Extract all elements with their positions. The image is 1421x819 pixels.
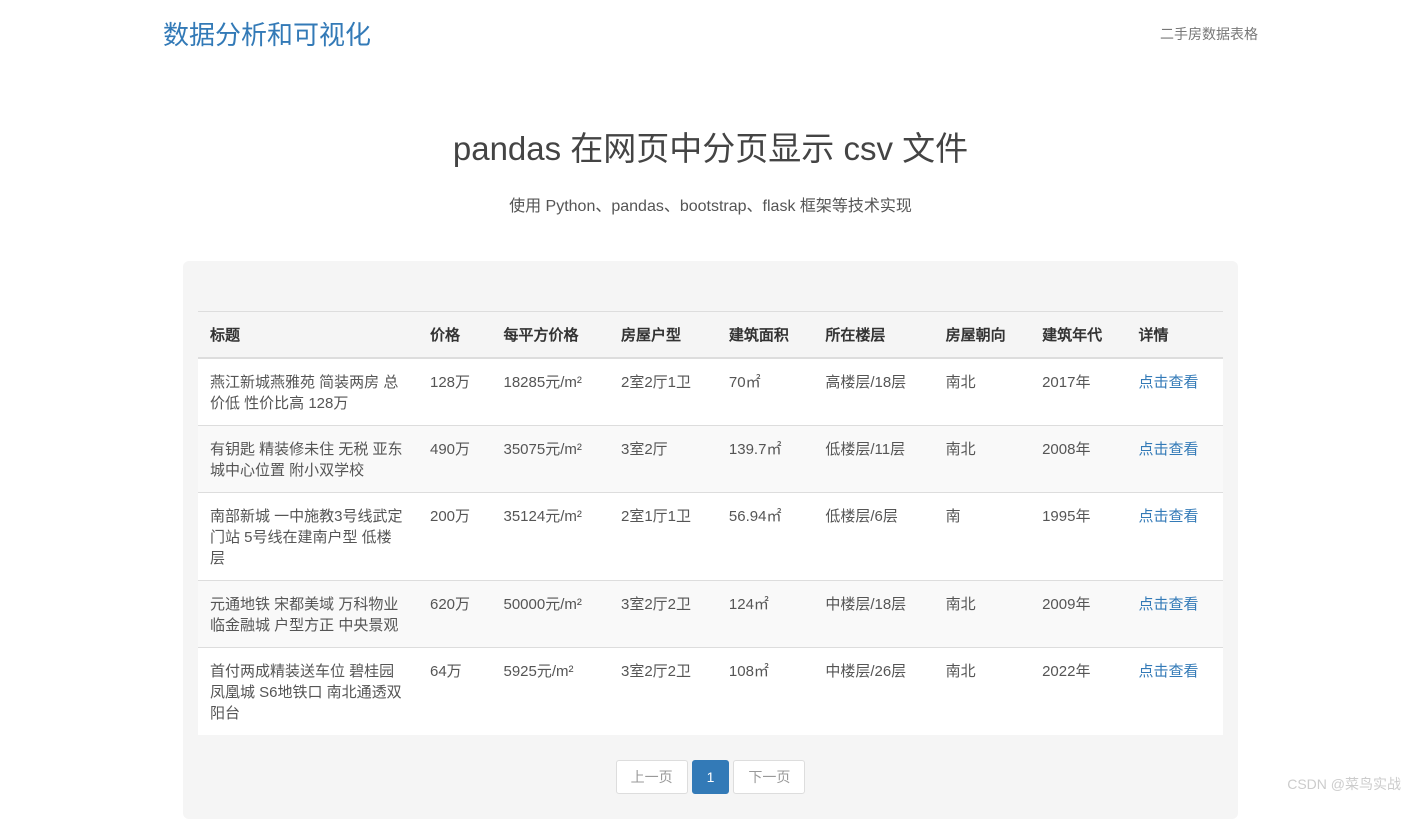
col-area: 建筑面积 — [717, 312, 813, 359]
cell-area: 70㎡ — [717, 358, 813, 426]
navbar: 数据分析和可视化 二手房数据表格 — [0, 0, 1421, 62]
cell-ppm: 5925元/m² — [491, 648, 609, 736]
pagination: 上一页 1 下一页 — [198, 760, 1223, 794]
col-year: 建筑年代 — [1030, 312, 1126, 359]
col-layout: 房屋户型 — [609, 312, 717, 359]
cell-detail: 点击查看 — [1127, 426, 1223, 493]
cell-title: 有钥匙 精装修未住 无税 亚东城中心位置 附小双学校 — [198, 426, 418, 493]
cell-dir: 南 — [934, 493, 1030, 581]
cell-ppm: 35075元/m² — [491, 426, 609, 493]
cell-dir: 南北 — [934, 358, 1030, 426]
cell-title: 元通地铁 宋都美域 万科物业 临金融城 户型方正 中央景观 — [198, 581, 418, 648]
cell-area: 108㎡ — [717, 648, 813, 736]
cell-dir: 南北 — [934, 581, 1030, 648]
table-row: 燕江新城燕雅苑 简装两房 总价低 性价比高 128万128万18285元/m²2… — [198, 358, 1223, 426]
next-page-button[interactable]: 下一页 — [733, 760, 805, 794]
table-header-row: 标题 价格 每平方价格 房屋户型 建筑面积 所在楼层 房屋朝向 建筑年代 详情 — [198, 312, 1223, 359]
cell-detail: 点击查看 — [1127, 648, 1223, 736]
cell-layout: 3室2厅2卫 — [609, 581, 717, 648]
cell-layout: 3室2厅2卫 — [609, 648, 717, 736]
cell-dir: 南北 — [934, 648, 1030, 736]
cell-price: 200万 — [418, 493, 491, 581]
detail-link[interactable]: 点击查看 — [1139, 663, 1199, 680]
nav-link-data-table[interactable]: 二手房数据表格 — [1160, 24, 1258, 44]
cell-price: 620万 — [418, 581, 491, 648]
table-row: 首付两成精装送车位 碧桂园凤凰城 S6地铁口 南北通透双阳台64万5925元/m… — [198, 648, 1223, 736]
cell-ppm: 18285元/m² — [491, 358, 609, 426]
table-panel: 标题 价格 每平方价格 房屋户型 建筑面积 所在楼层 房屋朝向 建筑年代 详情 … — [183, 261, 1238, 819]
col-detail: 详情 — [1127, 312, 1223, 359]
hero-section: pandas 在网页中分页显示 csv 文件 使用 Python、pandas、… — [183, 62, 1238, 246]
cell-layout: 3室2厅 — [609, 426, 717, 493]
cell-year: 2022年 — [1030, 648, 1126, 736]
cell-price: 64万 — [418, 648, 491, 736]
page-title: pandas 在网页中分页显示 csv 文件 — [183, 122, 1238, 170]
cell-area: 124㎡ — [717, 581, 813, 648]
cell-year: 1995年 — [1030, 493, 1126, 581]
detail-link[interactable]: 点击查看 — [1139, 508, 1199, 525]
col-dir: 房屋朝向 — [934, 312, 1030, 359]
cell-detail: 点击查看 — [1127, 581, 1223, 648]
detail-link[interactable]: 点击查看 — [1139, 441, 1199, 458]
cell-detail: 点击查看 — [1127, 358, 1223, 426]
table-row: 有钥匙 精装修未住 无税 亚东城中心位置 附小双学校490万35075元/m²3… — [198, 426, 1223, 493]
current-page-button[interactable]: 1 — [692, 760, 730, 794]
cell-year: 2017年 — [1030, 358, 1126, 426]
cell-title: 燕江新城燕雅苑 简装两房 总价低 性价比高 128万 — [198, 358, 418, 426]
cell-floor: 中楼层/26层 — [813, 648, 933, 736]
cell-floor: 中楼层/18层 — [813, 581, 933, 648]
col-title: 标题 — [198, 312, 418, 359]
cell-floor: 低楼层/6层 — [813, 493, 933, 581]
prev-page-button[interactable]: 上一页 — [616, 760, 688, 794]
brand-title: 数据分析和可视化 — [163, 15, 371, 52]
cell-year: 2008年 — [1030, 426, 1126, 493]
table-row: 南部新城 一中施教3号线武定门站 5号线在建南户型 低楼层200万35124元/… — [198, 493, 1223, 581]
cell-dir: 南北 — [934, 426, 1030, 493]
cell-year: 2009年 — [1030, 581, 1126, 648]
cell-price: 490万 — [418, 426, 491, 493]
col-floor: 所在楼层 — [813, 312, 933, 359]
cell-area: 56.94㎡ — [717, 493, 813, 581]
cell-floor: 低楼层/11层 — [813, 426, 933, 493]
col-ppm: 每平方价格 — [491, 312, 609, 359]
detail-link[interactable]: 点击查看 — [1139, 596, 1199, 613]
detail-link[interactable]: 点击查看 — [1139, 374, 1199, 391]
cell-detail: 点击查看 — [1127, 493, 1223, 581]
cell-ppm: 35124元/m² — [491, 493, 609, 581]
cell-layout: 2室2厅1卫 — [609, 358, 717, 426]
cell-title: 首付两成精装送车位 碧桂园凤凰城 S6地铁口 南北通透双阳台 — [198, 648, 418, 736]
col-price: 价格 — [418, 312, 491, 359]
cell-title: 南部新城 一中施教3号线武定门站 5号线在建南户型 低楼层 — [198, 493, 418, 581]
cell-area: 139.7㎡ — [717, 426, 813, 493]
data-table: 标题 价格 每平方价格 房屋户型 建筑面积 所在楼层 房屋朝向 建筑年代 详情 … — [198, 311, 1223, 735]
cell-layout: 2室1厅1卫 — [609, 493, 717, 581]
page-subtitle: 使用 Python、pandas、bootstrap、flask 框架等技术实现 — [183, 192, 1238, 216]
watermark: CSDN @菜鸟实战 — [1287, 774, 1401, 794]
table-row: 元通地铁 宋都美域 万科物业 临金融城 户型方正 中央景观620万50000元/… — [198, 581, 1223, 648]
cell-floor: 高楼层/18层 — [813, 358, 933, 426]
cell-ppm: 50000元/m² — [491, 581, 609, 648]
cell-price: 128万 — [418, 358, 491, 426]
